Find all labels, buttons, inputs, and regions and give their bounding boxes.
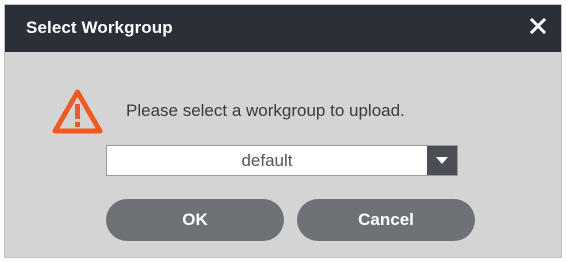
select-workgroup-dialog: Select Workgroup Please select a workgro…: [4, 4, 562, 258]
workgroup-select-value: default: [241, 151, 293, 170]
caret-down-icon[interactable]: [427, 146, 457, 175]
warning-triangle-icon: [52, 89, 103, 134]
cancel-button[interactable]: Cancel: [297, 199, 475, 241]
ok-button[interactable]: OK: [106, 199, 284, 241]
dialog-message: Please select a workgroup to upload.: [126, 101, 405, 120]
close-icon[interactable]: [526, 14, 550, 38]
dialog-title: Select Workgroup: [26, 18, 173, 37]
workgroup-select[interactable]: default: [106, 145, 458, 176]
dialog-titlebar: Select Workgroup: [5, 5, 561, 52]
